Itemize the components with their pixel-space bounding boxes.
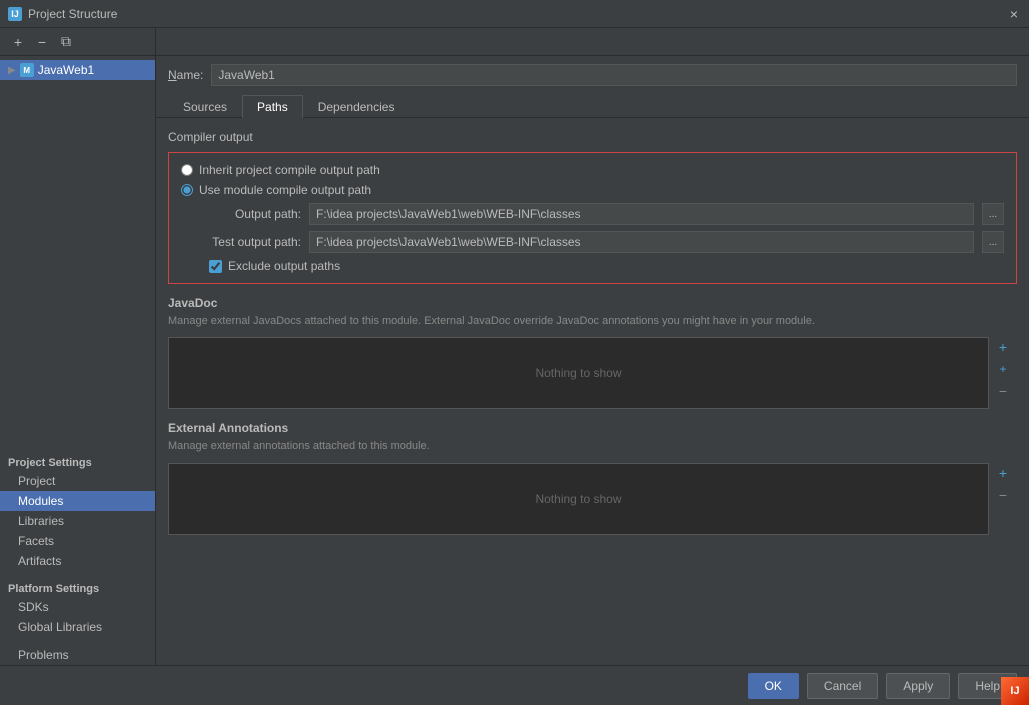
sidebar-item-modules[interactable]: Modules [0,491,155,511]
add-module-button[interactable]: + [8,32,28,52]
javadoc-minus-button[interactable]: − [993,381,1013,401]
tab-dependencies[interactable]: Dependencies [303,95,410,118]
sidebar-item-sdks[interactable]: SDKs [0,597,155,617]
javadoc-list-wrapper: Nothing to show + + − [168,337,989,409]
name-input[interactable] [211,64,1017,86]
radio-use-module-label: Use module compile output path [199,183,371,197]
sidebar-item-problems[interactable]: Problems [0,645,155,665]
ext-annotations-add-button[interactable]: + [993,463,1013,483]
brand-logo: IJ [1001,677,1029,705]
titlebar-left: IJ Project Structure [8,7,117,21]
tree-arrow-icon: ▶ [8,65,16,76]
radio-inherit-label: Inherit project compile output path [199,163,380,177]
tabs: Sources Paths Dependencies [168,94,1017,117]
right-panel: Name: Sources Paths Dependencies [156,28,1029,665]
sidebar-item-project[interactable]: Project [0,471,155,491]
module-icon: M [20,63,34,77]
ext-annotations-minus-button[interactable]: − [993,485,1013,505]
content-header: Name: Sources Paths Dependencies [156,56,1029,118]
cancel-button[interactable]: Cancel [807,673,878,699]
bottom-bar: OK Cancel Apply Help IJ [0,665,1029,705]
left-panel: + − ⧉ ▶ M JavaWeb1 Project Settings Proj… [0,28,156,665]
titlebar: IJ Project Structure × [0,0,1029,28]
external-annotations-header: External Annotations [168,421,1017,435]
test-output-path-row: Test output path: ... [181,231,1004,253]
exclude-checkbox[interactable] [209,260,222,273]
left-toolbar: + − ⧉ [0,28,155,56]
javadoc-section-header: JavaDoc [168,296,1017,310]
output-path-row: Output path: ... [181,203,1004,225]
tab-sources[interactable]: Sources [168,95,242,118]
exclude-checkbox-label: Exclude output paths [228,259,340,273]
javadoc-nothing-label: Nothing to show [535,366,621,380]
javadoc-add2-button[interactable]: + [993,359,1013,379]
external-annotations-list-wrapper: Nothing to show + − [168,463,989,535]
app-icon: IJ [8,7,22,21]
name-label: Name: [168,68,203,82]
javadoc-add-button[interactable]: + [993,337,1013,357]
platform-settings-header: Platform Settings [0,579,155,597]
remove-module-button[interactable]: − [32,32,52,52]
right-toolbar [156,28,1029,56]
output-path-input[interactable] [309,203,974,225]
compiler-output-section-title: Compiler output [168,130,1017,144]
main-layout: + − ⧉ ▶ M JavaWeb1 Project Settings Proj… [0,28,1029,665]
radio-use-module-row: Use module compile output path [181,183,1004,197]
external-annotations-section: External Annotations Manage external ann… [168,421,1017,534]
radio-inherit[interactable] [181,164,193,176]
radio-use-module[interactable] [181,184,193,196]
sidebar-item-global-libraries[interactable]: Global Libraries [0,617,155,637]
content-area: Name: Sources Paths Dependencies [156,56,1029,665]
exclude-checkbox-row: Exclude output paths [181,259,1004,273]
external-annotations-desc: Manage external annotations attached to … [168,439,1017,454]
close-button[interactable]: × [1007,7,1021,21]
module-tree-item[interactable]: ▶ M JavaWeb1 [0,60,155,80]
tab-paths[interactable]: Paths [242,95,303,118]
javadoc-section-desc: Manage external JavaDocs attached to thi… [168,314,1017,329]
copy-module-button[interactable]: ⧉ [56,32,76,52]
sidebar-item-libraries[interactable]: Libraries [0,511,155,531]
ok-button[interactable]: OK [748,673,799,699]
external-annotations-list-buttons: + − [993,463,1013,505]
sidebar-item-facets[interactable]: Facets [0,531,155,551]
project-settings-header: Project Settings [0,453,155,471]
name-row: Name: [168,64,1017,86]
javadoc-section: JavaDoc Manage external JavaDocs attache… [168,296,1017,409]
external-annotations-list-area: Nothing to show [168,463,989,535]
module-tree: ▶ M JavaWeb1 [0,56,155,84]
external-annotations-nothing-label: Nothing to show [535,492,621,506]
compiler-output-box: Inherit project compile output path Use … [168,152,1017,284]
test-output-path-input[interactable] [309,231,974,253]
output-path-label: Output path: [181,207,301,221]
test-output-path-label: Test output path: [181,235,301,249]
output-path-browse-button[interactable]: ... [982,203,1004,225]
javadoc-list-area: Nothing to show [168,337,989,409]
titlebar-title: Project Structure [28,7,117,21]
module-tree-item-label: JavaWeb1 [38,63,94,77]
radio-inherit-row: Inherit project compile output path [181,163,1004,177]
sidebar-item-artifacts[interactable]: Artifacts [0,551,155,571]
content-body: Compiler output Inherit project compile … [156,118,1029,665]
apply-button[interactable]: Apply [886,673,950,699]
test-output-path-browse-button[interactable]: ... [982,231,1004,253]
javadoc-list-buttons: + + − [993,337,1013,401]
